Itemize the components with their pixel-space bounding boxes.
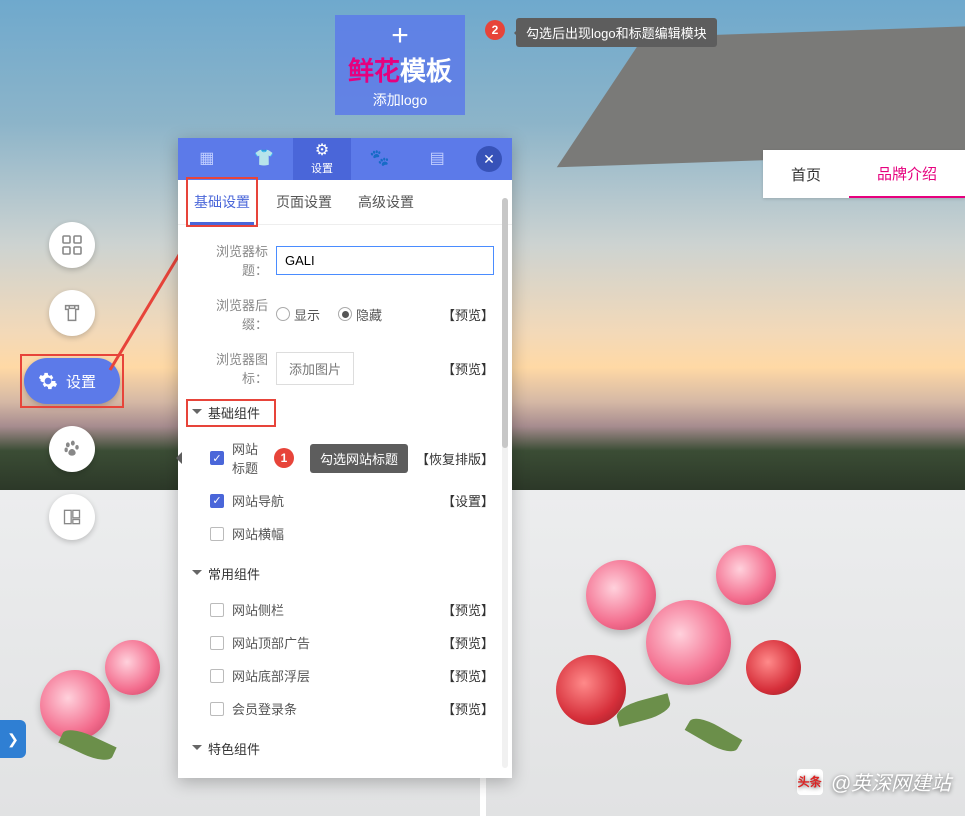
checkbox-bottom-float[interactable] (210, 669, 224, 683)
site-title-action[interactable]: 恢复排版 (416, 449, 494, 468)
checkbox-sidebar[interactable] (210, 603, 224, 617)
opt-site-banner: 网站横幅 (196, 517, 494, 550)
panel-tab-style[interactable]: 👕 (236, 138, 294, 180)
style-button[interactable] (49, 290, 95, 336)
layout-button[interactable] (49, 494, 95, 540)
watermark-icon: 头条 (797, 769, 823, 795)
checkbox-site-nav[interactable]: ✓ (210, 494, 224, 508)
suffix-preview-button[interactable]: 预览 (442, 305, 494, 324)
panel-scrollbar[interactable] (502, 225, 508, 768)
modules-button[interactable] (49, 222, 95, 268)
paw-icon: 🐾 (370, 151, 390, 167)
sub-tab-advanced[interactable]: 高级设置 (354, 180, 418, 224)
top-ad-action[interactable]: 预览 (442, 633, 494, 652)
annotation-badge-1: 1 (274, 448, 294, 468)
chevron-down-icon (192, 409, 202, 419)
logo-title: 鲜花模板 (348, 51, 452, 88)
checkbox-site-title[interactable]: ✓ (210, 451, 224, 465)
settings-button[interactable]: 设置 (24, 358, 120, 404)
sub-tab-basic[interactable]: 基础设置 (190, 180, 254, 224)
editor-panel: ▦ 👕 ⚙设置 🐾 ▤ ✕ 基础设置 页面设置 高级设置 浏览器标题： 浏览器后… (178, 138, 512, 778)
annotation-badge-2: 2 (485, 20, 505, 40)
checkbox-site-banner[interactable] (210, 527, 224, 541)
shirt-icon: 👕 (254, 151, 274, 167)
panel-body: 浏览器标题： 浏览器后缀： 显示 隐藏 预览 浏览器图标： 添加图片 预览 基础… (178, 225, 512, 778)
panel-sub-tabs: 基础设置 页面设置 高级设置 (178, 180, 512, 225)
chevron-down-icon (192, 745, 202, 755)
opt-site-title: ✓ 网站标题 1 勾选网站标题 恢复排版 (196, 432, 494, 484)
annotation-bubble-2: 勾选后出现logo和标题编辑模块 (516, 18, 717, 47)
panel-close-button[interactable]: ✕ (476, 146, 502, 172)
logo-subtitle: 添加logo (373, 90, 427, 110)
panel-top-tabs: ▦ 👕 ⚙设置 🐾 ▤ ✕ (178, 138, 512, 180)
checkbox-top-ad[interactable] (210, 636, 224, 650)
baidu-button[interactable] (49, 426, 95, 472)
group-featured-components[interactable]: 特色组件 (192, 739, 494, 758)
add-image-button[interactable]: 添加图片 (276, 352, 354, 385)
popup-action[interactable]: 预览 (442, 775, 494, 778)
gear-icon (38, 371, 58, 391)
browser-title-label: 浏览器标题： (196, 241, 268, 279)
panel-tab-modules[interactable]: ▦ (178, 138, 236, 180)
checkbox-login-bar[interactable] (210, 702, 224, 716)
gear-icon: ⚙ (315, 143, 329, 159)
opt-site-nav: ✓ 网站导航 设置 (196, 484, 494, 517)
left-toolbar: 设置 (24, 222, 120, 540)
group-basic-components[interactable]: 基础组件 (192, 403, 494, 422)
tab-brand[interactable]: 品牌介绍 (849, 150, 965, 198)
bottom-float-action[interactable]: 预览 (442, 666, 494, 685)
browser-suffix-label: 浏览器后缀： (196, 295, 268, 333)
icon-preview-button[interactable]: 预览 (442, 359, 494, 378)
browser-title-input[interactable] (276, 246, 494, 275)
watermark: 头条 @英深网建站 (797, 767, 951, 796)
settings-button-label: 设置 (66, 371, 96, 392)
panel-tab-settings[interactable]: ⚙设置 (293, 138, 351, 180)
group-common-components[interactable]: 常用组件 (192, 564, 494, 583)
close-icon: ✕ (483, 151, 495, 168)
chevron-down-icon (192, 570, 202, 580)
sub-tab-page[interactable]: 页面设置 (272, 180, 336, 224)
sidebar-action[interactable]: 预览 (442, 600, 494, 619)
grid-icon: ▦ (199, 151, 214, 167)
tab-home[interactable]: 首页 (763, 150, 849, 198)
site-nav-tabs: 首页 品牌介绍 (763, 150, 965, 198)
social-share-button[interactable]: ❯ (0, 720, 26, 758)
browser-icon-label: 浏览器图标： (196, 349, 268, 387)
layout-icon: ▤ (430, 151, 445, 167)
panel-tab-layout[interactable]: ▤ (408, 138, 466, 180)
panel-tab-baidu[interactable]: 🐾 (351, 138, 409, 180)
add-logo-block[interactable]: + 鲜花模板 添加logo (335, 15, 465, 115)
login-bar-action[interactable]: 预览 (442, 699, 494, 718)
suffix-show-radio[interactable]: 显示 (276, 305, 320, 324)
site-nav-action[interactable]: 设置 (442, 491, 494, 510)
annotation-bubble-1: 勾选网站标题 (310, 444, 408, 473)
checkbox-popup[interactable] (210, 778, 224, 779)
suffix-hide-radio[interactable]: 隐藏 (338, 305, 382, 324)
plus-icon: + (391, 21, 409, 51)
